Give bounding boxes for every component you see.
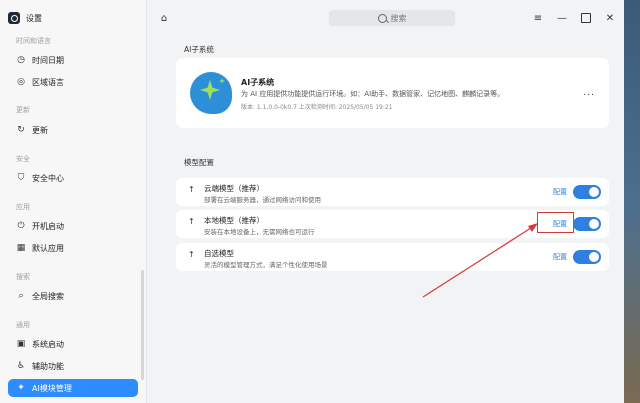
main-content: ⌂ 搜索 ≡ — ✕ AI子系统 AI子系统 为 AI 应用提供功能提供运行环境… — [146, 0, 624, 403]
config-link[interactable]: 配置 — [553, 187, 567, 197]
model-row-local: ↑ 本地模型（推荐） 安装在本地设备上，无需网络也可运行 配置 — [176, 210, 609, 238]
sidebar-item-region-language[interactable]: ◎ 区域语言 — [8, 73, 138, 91]
config-link[interactable]: 配置 — [553, 252, 567, 262]
clock-icon: ◷ — [17, 55, 25, 65]
section-label-security: 安全 — [16, 155, 30, 163]
sidebar-item-label: 更新 — [32, 125, 48, 135]
sidebar-item-security-center[interactable]: ⛉ 安全中心 — [8, 169, 138, 187]
ai-subsystem-card: AI子系统 为 AI 应用提供功能提供运行环境。如：AI助手、数据管家、记忆地图… — [176, 58, 609, 128]
sidebar-item-label: 全局搜索 — [32, 291, 64, 301]
shield-icon: ⛉ — [17, 173, 25, 183]
section-label-apps: 应用 — [16, 203, 30, 211]
sidebar-item-system-boot[interactable]: ▣ 系统启动 — [8, 335, 138, 353]
model-toggle[interactable] — [573, 217, 601, 231]
section-label-search: 搜索 — [16, 273, 30, 281]
ai-subsystem-meta: 版本: 1.1.0.0-0k0.7 上次检测时间: 2025/05/05 19:… — [241, 104, 393, 111]
model-toggle[interactable] — [573, 250, 601, 264]
sidebar-item-label: 时间日期 — [32, 55, 64, 65]
sidebar-item-label: 安全中心 — [32, 173, 64, 183]
up-arrow-icon: ↑ — [188, 185, 195, 194]
close-icon[interactable]: ✕ — [604, 12, 616, 24]
boot-icon: ▣ — [16, 339, 26, 349]
ai-subsystem-name: AI子系统 — [241, 78, 275, 87]
sidebar-item-ai-module[interactable]: ✦ AI模块管理 — [8, 379, 138, 397]
app-header: 设置 — [8, 11, 42, 25]
ai-head-icon — [190, 72, 232, 114]
up-arrow-icon: ↑ — [188, 250, 195, 259]
search-placeholder: 搜索 — [390, 13, 407, 23]
model-toggle[interactable] — [573, 185, 601, 199]
topbar: ⌂ 搜索 ≡ — ✕ — [146, 0, 624, 36]
search-input[interactable]: 搜索 — [329, 10, 455, 26]
model-name: 自选模型 — [204, 249, 234, 258]
sidebar-item-label: 默认应用 — [32, 243, 64, 253]
settings-app-icon — [8, 12, 20, 24]
home-icon[interactable]: ⌂ — [158, 12, 170, 24]
sidebar-item-date-time[interactable]: ◷ 时间日期 — [8, 51, 138, 69]
sidebar-scrollbar[interactable] — [141, 270, 144, 380]
ai-subsystem-description: 为 AI 应用提供功能提供运行环境。如：AI助手、数据管家、记忆地图、麒麟记录等… — [241, 90, 505, 98]
menu-icon[interactable]: ≡ — [532, 12, 544, 24]
minimize-icon[interactable]: — — [556, 12, 568, 24]
section-label-general: 通用 — [16, 321, 30, 329]
up-arrow-icon: ↑ — [188, 217, 195, 226]
sidebar-item-global-search[interactable]: ⌕ 全局搜索 — [8, 287, 138, 305]
maximize-icon[interactable] — [580, 12, 592, 24]
grid-icon: ▦ — [16, 243, 26, 253]
app-title: 设置 — [26, 13, 42, 23]
model-name: 本地模型（推荐） — [204, 216, 264, 225]
model-row-custom: ↑ 自选模型 灵活的模型管理方式，满足个性化使用场景 配置 — [176, 243, 609, 271]
search-icon: ⌕ — [18, 291, 24, 301]
model-row-cloud: ↑ 云端模型（推荐） 部署在云端服务器，通过网络访问和使用 配置 — [176, 178, 609, 206]
model-section-title: 模型配置 — [184, 158, 214, 167]
settings-window: 设置 时间和语言 ◷ 时间日期 ◎ 区域语言 更新 ↻ 更新 安全 ⛉ 安全中心… — [0, 0, 624, 403]
model-description: 部署在云端服务器，通过网络访问和使用 — [204, 196, 321, 204]
ai-icon: ✦ — [17, 383, 25, 393]
sidebar-item-update[interactable]: ↻ 更新 — [8, 121, 138, 139]
sidebar-item-label: 开机启动 — [32, 221, 64, 231]
more-options-icon[interactable]: ... — [583, 88, 595, 98]
model-description: 安装在本地设备上，无需网络也可运行 — [204, 228, 315, 236]
sidebar-item-accessibility[interactable]: ♿ 辅助功能 — [8, 357, 138, 375]
desktop-background — [624, 0, 640, 403]
sidebar-item-startup[interactable]: ⏻ 开机启动 — [8, 217, 138, 235]
model-description: 灵活的模型管理方式，满足个性化使用场景 — [204, 261, 328, 269]
refresh-icon: ↻ — [17, 125, 25, 135]
section-label-update: 更新 — [16, 106, 30, 114]
accessibility-icon: ♿ — [16, 361, 26, 371]
sidebar-item-default-apps[interactable]: ▦ 默认应用 — [8, 239, 138, 257]
sidebar-item-label: AI模块管理 — [32, 383, 72, 393]
power-icon: ⏻ — [17, 221, 25, 231]
sidebar-item-label: 系统启动 — [32, 339, 64, 349]
globe-icon: ◎ — [17, 77, 25, 87]
search-icon — [377, 13, 387, 23]
window-controls: ≡ — ✕ — [532, 12, 616, 24]
sidebar-item-label: 辅助功能 — [32, 361, 64, 371]
sidebar-item-label: 区域语言 — [32, 77, 64, 87]
section-label-time-language: 时间和语言 — [16, 37, 51, 45]
config-link[interactable]: 配置 — [553, 219, 567, 229]
model-name: 云端模型（推荐） — [204, 184, 264, 193]
ai-section-title: AI子系统 — [184, 45, 214, 54]
sidebar: 设置 时间和语言 ◷ 时间日期 ◎ 区域语言 更新 ↻ 更新 安全 ⛉ 安全中心… — [0, 0, 147, 403]
